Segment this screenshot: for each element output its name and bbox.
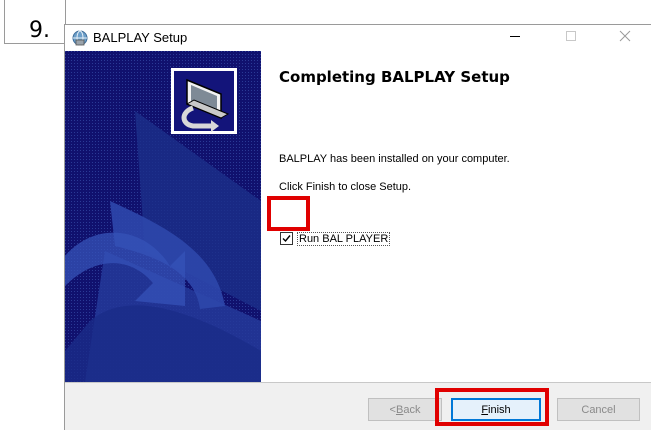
back-mnemonic: B [395,403,404,416]
setup-app-icon [72,30,88,46]
installer-computer-icon [171,68,237,134]
cancel-button[interactable]: Cancel [557,398,640,421]
wizard-content: Completing BALPLAY Setup BALPLAY has bee… [261,51,651,382]
checkmark-icon [282,235,291,243]
window-title: BALPLAY Setup [93,30,188,45]
step-number: 9. [29,18,50,43]
wizard-side-panel [65,51,261,382]
installed-message: BALPLAY has been installed on your compu… [279,153,510,165]
maximize-icon [565,29,577,47]
step-number-box: 9. [4,0,66,44]
minimize-button[interactable] [492,25,538,51]
finish-highlight-box [435,388,549,426]
setup-window: BALPLAY Setup Completing BALPLAY Setup B… [64,24,651,430]
title-bar[interactable]: BALPLAY Setup [65,25,651,51]
footer-divider [65,382,651,383]
page-title: Completing BALPLAY Setup [279,68,510,86]
checkbox-highlight-box [267,196,310,231]
back-label-rest: ack [403,403,421,416]
maximize-button[interactable] [548,25,594,51]
finish-instruction: Click Finish to close Setup. [279,181,412,193]
run-bal-player-label[interactable]: Run BAL PLAYER [297,232,391,246]
close-button[interactable] [602,25,648,51]
close-icon [619,29,631,47]
minimize-icon [509,29,521,47]
back-button[interactable]: < Back [368,398,442,421]
run-bal-player-checkbox[interactable] [280,232,293,245]
